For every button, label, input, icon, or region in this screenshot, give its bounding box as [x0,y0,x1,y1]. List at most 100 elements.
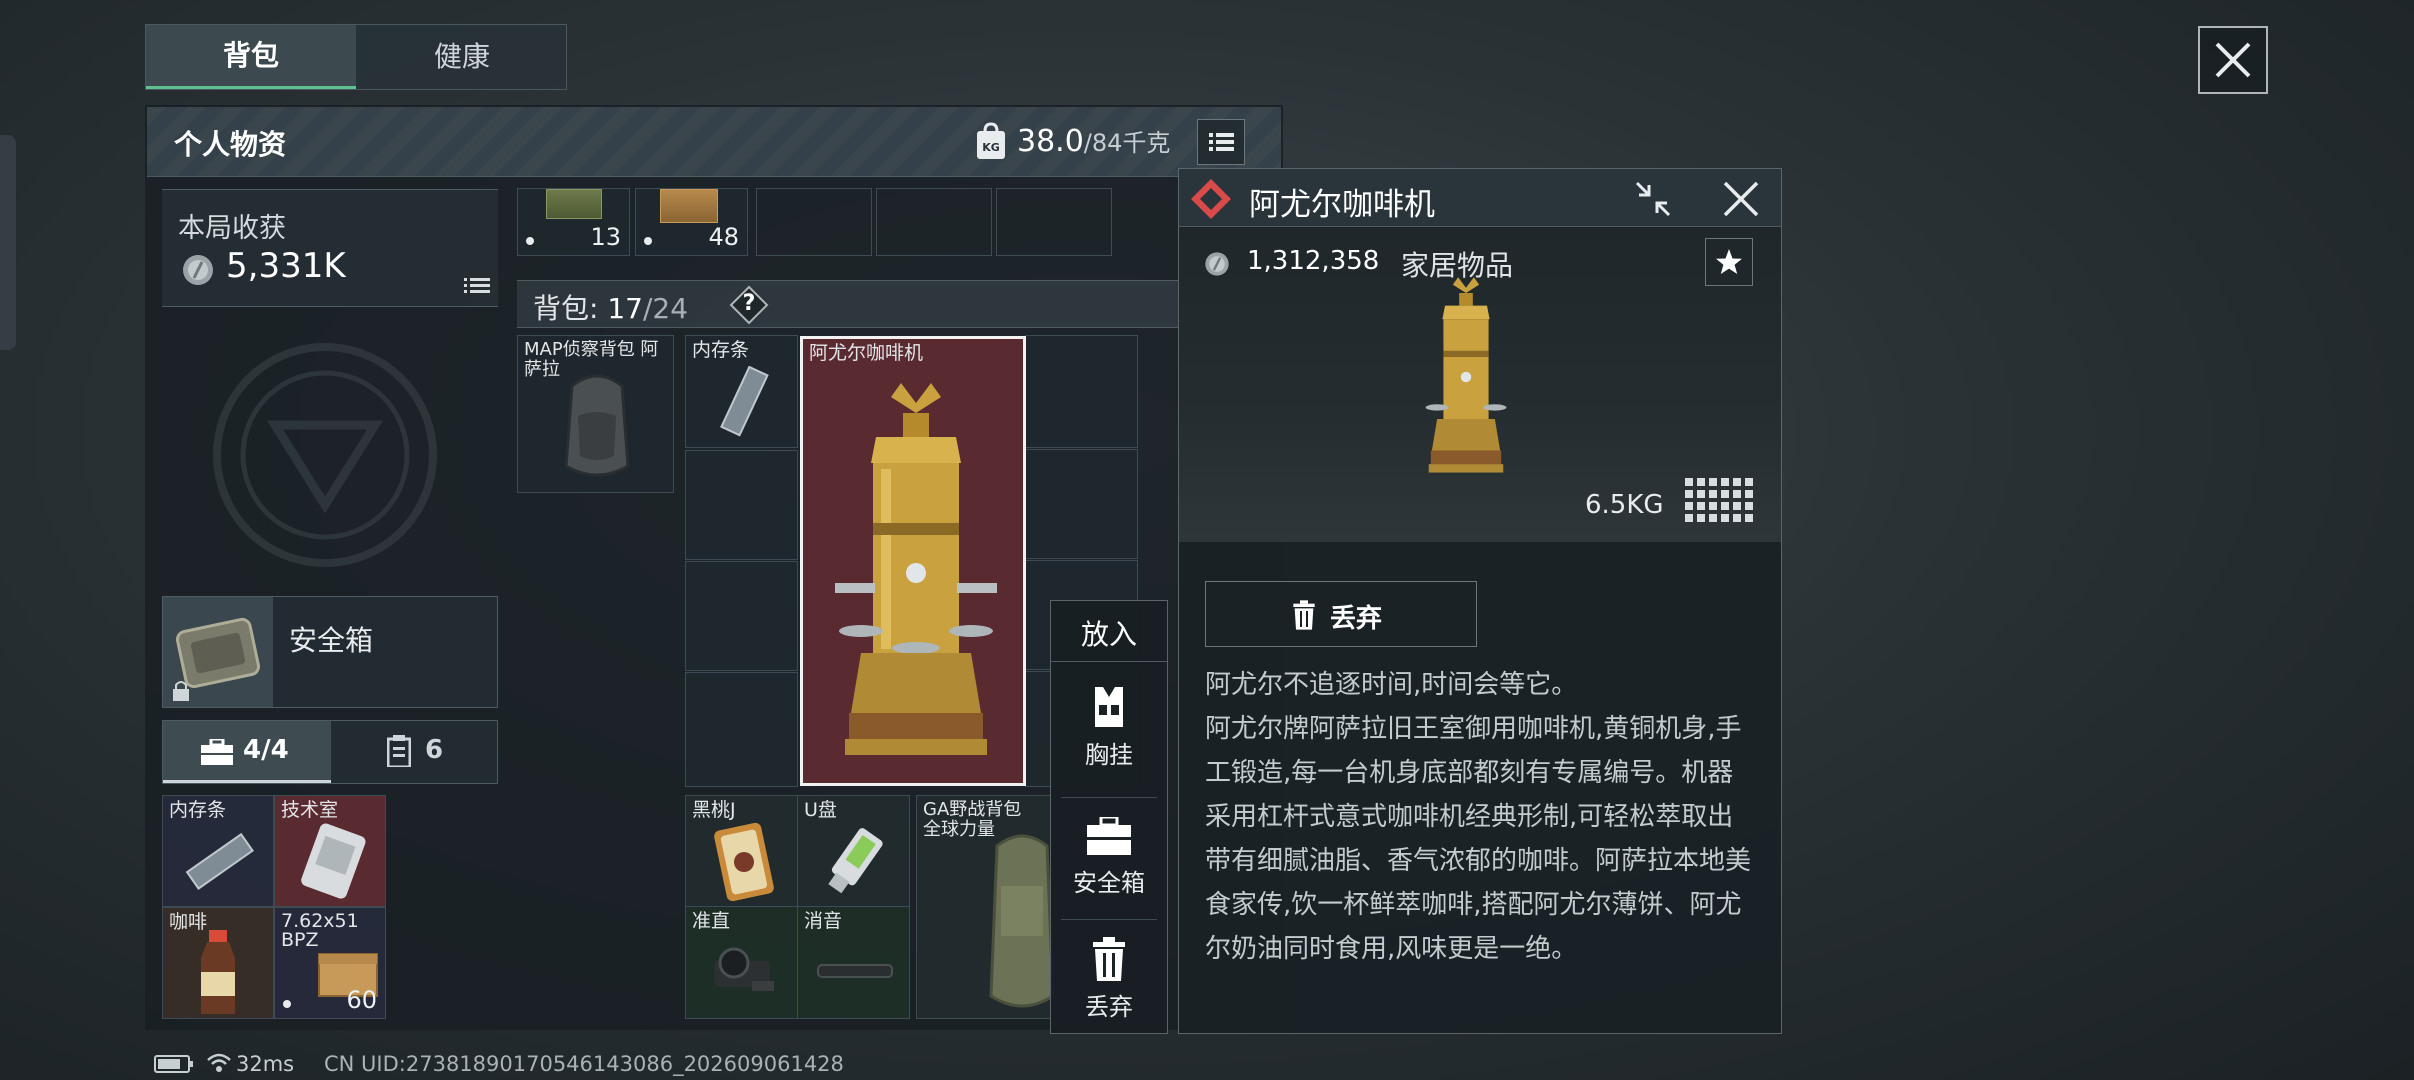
trash-icon [1293,600,1315,630]
minimize-button[interactable] [1631,177,1675,221]
safebox-memory-item[interactable]: 内存条 [162,795,274,907]
detail-weight: 6.5KG [1585,490,1664,520]
item-detail-panel: 阿尤尔咖啡机 1,312,358 家居物品 6.5KG 丢弃 阿尤尔不追逐时间,… [1178,168,1782,1034]
stack-dot [526,237,534,245]
ping-readout: 32ms [236,1052,295,1076]
safebox-ammo-item[interactable]: 7.62x51 BPZ 60 [274,907,386,1019]
rig-slot-4[interactable] [876,188,992,256]
item-label: 技术室 [281,800,339,820]
action-menu-divider [1051,661,1167,662]
help-glyph: ? [742,291,756,316]
rig-slot-1[interactable]: 13 [517,188,630,256]
stack-dot [644,237,652,245]
grid-cell[interactable] [1025,449,1138,559]
discard-label: 丢弃 [1330,604,1383,634]
action-chest-rig-button[interactable]: 胸挂 [1051,679,1167,779]
grid-cell[interactable] [685,561,798,671]
coin-icon [183,255,213,285]
tech-pouch-icon [301,823,366,899]
weight-current: 38.0 [1017,124,1084,159]
item-label: U盘 [804,800,837,820]
action-menu-divider [1061,919,1157,920]
silencer-item[interactable]: 消音 [797,906,910,1019]
coffee-machine-item[interactable]: 阿尤尔咖啡机 [800,336,1026,786]
ammo-box-icon [546,189,602,219]
grid-cell[interactable] [1025,335,1138,448]
action-menu-divider [1061,797,1157,798]
briefcase-icon [1087,817,1131,855]
detail-close-button[interactable] [1717,175,1765,223]
coffee-machine-preview-icon [1425,277,1507,473]
earnings-list-icon[interactable] [464,276,490,296]
item-label: 内存条 [692,340,750,360]
map-recon-backpack-item[interactable]: MAP侦察背包 阿萨拉 [517,335,674,493]
ga-field-backpack-item[interactable]: GA野战背包 全球力量 [916,795,1055,1019]
action-discard-button[interactable]: 丢弃 [1051,931,1167,1031]
safebox-tabs: 4/4 6 [162,720,498,784]
item-description: 阿尤尔不追逐时间,时间会等它。 阿尤尔牌阿萨拉旧王室御用咖啡机,黄铜机身,手工锻… [1205,670,1752,964]
item-label: 阿尤尔咖啡机 [809,343,924,363]
item-label: 消音 [804,911,843,931]
svg-text:KG: KG [982,141,1000,154]
ammo-crate-icon [660,189,718,223]
list-icon [1209,133,1234,151]
stack-count: 60 [346,986,377,1014]
safebox-tab-briefcase[interactable]: 4/4 [163,721,331,783]
rig-slot-5[interactable] [996,188,1112,256]
backpack-used: 17 [607,292,643,325]
grid-size-icon [1685,478,1753,522]
detail-discard-button[interactable]: 丢弃 [1205,581,1477,647]
scope-item[interactable]: 准直 [685,906,798,1019]
weight-max: /84千克 [1083,129,1171,157]
tab-bar: 背包 健康 [145,24,567,90]
memory-stick-item[interactable]: 内存条 [685,335,798,448]
safebox-tab-count: 6 [425,735,444,765]
red-dot-sight-icon [714,947,774,991]
item-label: 内存条 [169,800,227,820]
trash-icon [1093,937,1125,981]
weight-icon: KG [977,122,1005,159]
detail-price: 1,312,358 [1247,246,1380,276]
action-menu-title: 放入 [1080,618,1137,651]
rig-slot-2[interactable]: 48 [635,188,748,256]
battery-icon [154,1055,193,1073]
usb-drive-icon [828,828,883,894]
safebox-tech-room-item[interactable]: 技术室 [274,795,386,907]
vest-icon [1095,687,1123,727]
safebox-tab-count: 4/4 [243,735,289,765]
earnings-label: 本局收获 [178,213,286,244]
personal-title: 个人物资 [174,128,287,161]
safebox-label: 安全箱 [289,624,374,657]
uid-readout: CN UID:27381890170546143086_202609061428 [324,1052,844,1076]
status-bar: 32ms CN UID:27381890170546143086_2026090… [150,1050,950,1078]
action-label: 丢弃 [1085,993,1133,1021]
grid-cell[interactable] [685,450,798,560]
favorite-button[interactable] [1705,238,1753,286]
grid-cell[interactable] [685,672,798,787]
coin-icon [1205,252,1229,276]
stack-count: 13 [590,223,621,251]
memory-stick-icon [720,366,769,437]
earnings-value: 5,331K [226,246,346,286]
tab-backpack[interactable]: 背包 [146,25,356,89]
safebox-tab-clipboard[interactable]: 6 [333,721,497,783]
safebox-coffee-item[interactable]: 咖啡 [162,907,274,1019]
sort-list-button[interactable] [1197,119,1245,165]
black-peach-item[interactable]: 黑桃J [685,795,798,907]
wifi-icon [207,1053,231,1072]
tab-health[interactable]: 健康 [358,25,566,89]
backpack-icon [564,374,630,477]
action-safebox-button[interactable]: 安全箱 [1051,811,1167,911]
personal-header: 个人物资 KG 38.0/84千克 [147,107,1281,177]
close-icon [2215,42,2251,78]
safebox-row[interactable]: 安全箱 [162,596,498,708]
detail-title: 阿尤尔咖啡机 [1249,187,1435,223]
item-label: 黑桃J [692,800,736,820]
side-handle[interactable] [0,135,16,350]
help-button[interactable]: ? [729,285,769,325]
coffee-bottle-icon [201,930,235,1014]
usb-drive-item[interactable]: U盘 [797,795,910,907]
rig-slot-3[interactable] [756,188,872,256]
close-button[interactable] [2198,26,2268,94]
detail-header: 阿尤尔咖啡机 [1179,169,1781,227]
